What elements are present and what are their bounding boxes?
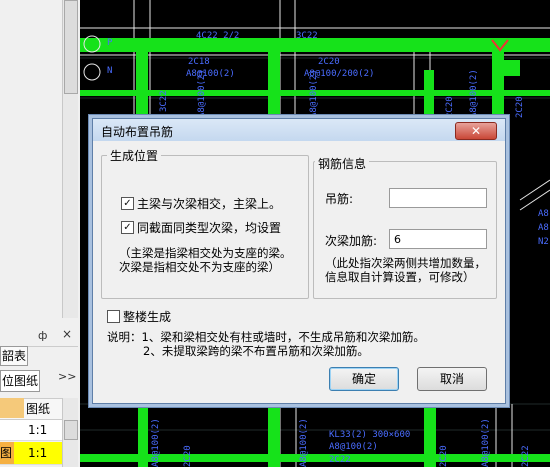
whole-building-label[interactable]: 整楼生成 <box>123 308 171 325</box>
table-row[interactable]: 1:1 <box>0 420 62 441</box>
ok-button[interactable]: 确定 <box>329 367 399 391</box>
table-row-selected[interactable]: 图 1:1 <box>0 442 62 465</box>
cad-label: KL33(2) 300×600 <box>329 430 410 440</box>
cad-label: 4C22 2/2 <box>196 31 239 41</box>
dialog-title: 自动布置吊筋 <box>101 125 174 139</box>
option2-checkbox[interactable]: ✓ <box>121 221 134 234</box>
hanger-input[interactable] <box>389 188 487 208</box>
cad-label: 2C18 <box>188 57 210 67</box>
cad-label: 2C20 <box>318 57 340 67</box>
rebar-info-label: 钢筋信息 <box>315 155 370 172</box>
scrollbar-thumb[interactable] <box>64 420 78 440</box>
svg-text:2C20: 2C20 <box>183 445 193 467</box>
svg-text:2C20: 2C20 <box>439 445 449 467</box>
svg-text:A8@100(2): A8@100(2) <box>469 69 479 118</box>
cad-label: A8@100/200(2) <box>304 69 374 79</box>
cad-label: P <box>107 38 113 48</box>
cad-label: 3C22 <box>296 31 318 41</box>
explanation-line2: 2、未提取梁跨的梁不布置吊筋和次梁加筋。 <box>143 344 369 358</box>
table-scrollbar[interactable] <box>62 398 78 467</box>
svg-text:A8@100(2): A8@100(2) <box>299 418 309 467</box>
cad-label: A8@100(2) <box>329 442 378 452</box>
rebar-note-line1: （此处指次梁两侧共增加数量， <box>325 256 486 270</box>
option2-label[interactable]: 同截面同类型次梁，均设置 <box>137 219 281 236</box>
auto-hanger-dialog: 自动布置吊筋 ✕ 生成位置 ✓ 主梁与次梁相交，主梁上。 ✓ 同截面同类型次梁，… <box>92 118 506 404</box>
secondary-beam-rebar-label: 次梁加筋: <box>325 234 378 248</box>
cad-label: A8@100(2) <box>186 69 235 79</box>
svg-text:A8@100(2): A8@100(2) <box>481 418 491 467</box>
cancel-button[interactable]: 取消 <box>417 367 487 391</box>
cad-label: N <box>107 66 112 76</box>
left-panel-scrollbar[interactable] <box>62 0 78 318</box>
svg-text:2C20: 2C20 <box>445 96 455 118</box>
hanger-label: 吊筋: <box>325 192 354 206</box>
whole-building-checkbox[interactable] <box>107 310 120 323</box>
more-icon[interactable]: >> <box>58 370 76 383</box>
row-cell-label: 图 <box>0 442 14 464</box>
dialog-close-button[interactable]: ✕ <box>455 122 497 140</box>
scale-value: 1:1 <box>28 423 48 437</box>
column-header-drawing: 图纸 <box>26 402 51 416</box>
pin-icon[interactable]: ф <box>38 329 47 342</box>
scrollbar-thumb[interactable] <box>64 0 78 94</box>
svg-text:3C22: 3C22 <box>159 90 169 112</box>
cad-label: N2 <box>538 237 549 247</box>
header-cell-highlight <box>0 398 24 418</box>
option1-checkbox[interactable]: ✓ <box>121 197 134 210</box>
beam-note-line2: 次梁是指相交处不为支座的梁） <box>119 260 280 274</box>
tab-report[interactable]: 韶表 <box>0 346 28 366</box>
option1-label[interactable]: 主梁与次梁相交，主梁上。 <box>137 195 281 212</box>
rebar-note-line2: 信息取自计算设置，可修改） <box>325 270 475 284</box>
svg-text:A8@100(2): A8@100(2) <box>151 418 161 467</box>
cad-label: A8 <box>538 209 549 219</box>
cad-label: A8 <box>538 223 549 233</box>
secondary-beam-rebar-input[interactable]: 6 <box>389 229 487 249</box>
generation-position-label: 生成位置 <box>107 147 162 164</box>
scale-value: 1:1 <box>28 446 48 460</box>
svg-text:2C22: 2C22 <box>521 445 531 467</box>
tab-drawings[interactable]: 位图纸 <box>0 370 40 392</box>
close-icon[interactable]: × <box>62 327 72 341</box>
dialog-titlebar[interactable]: 自动布置吊筋 ✕ <box>93 119 505 141</box>
explanation-line1: 说明：1、梁和梁相交处有柱或墙时，不生成吊筋和次梁加筋。 <box>107 330 425 344</box>
beam-note-line1: （主梁是指梁相交处为支座的梁。 <box>119 246 292 260</box>
svg-text:2C20: 2C20 <box>515 96 525 118</box>
cad-label: 2C22 <box>329 455 351 465</box>
